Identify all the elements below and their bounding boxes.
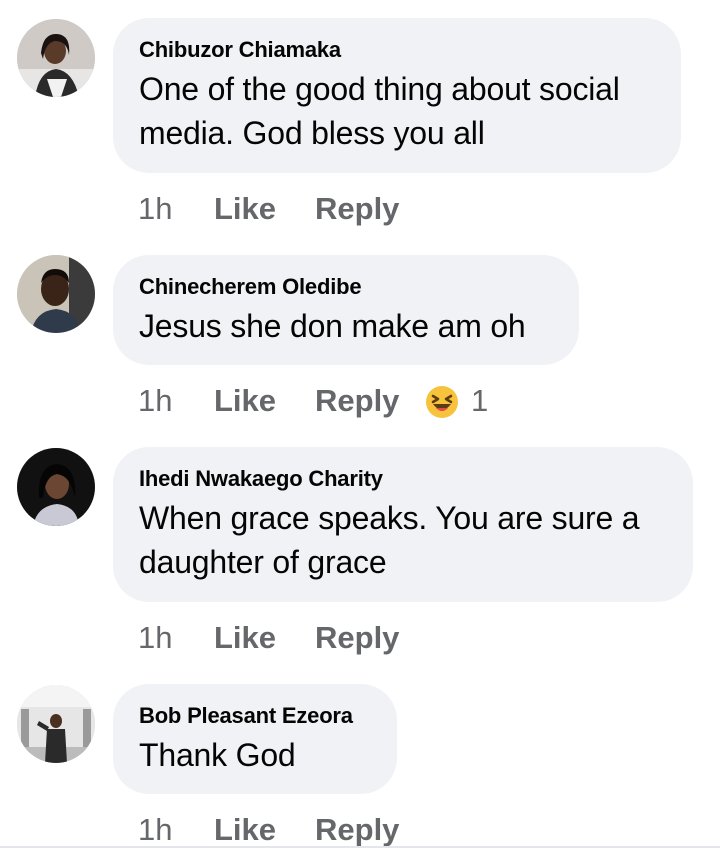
- reaction-count[interactable]: 1: [471, 381, 488, 421]
- like-button[interactable]: Like: [214, 381, 276, 421]
- comment-text-line: daughter of grace: [139, 544, 387, 580]
- comment-author[interactable]: Bob Pleasant Ezeora: [139, 703, 369, 729]
- reply-button[interactable]: Reply: [315, 810, 399, 850]
- comment-bubble: Bob Pleasant Ezeora Thank God: [113, 684, 397, 794]
- comment-author[interactable]: Ihedi Nwakaego Charity: [139, 466, 665, 492]
- comment-text: One of the good thing about social media…: [139, 67, 653, 155]
- like-button[interactable]: Like: [214, 189, 276, 229]
- comment-time[interactable]: 1h: [138, 189, 172, 229]
- avatar[interactable]: [17, 448, 95, 526]
- like-button[interactable]: Like: [214, 618, 276, 658]
- like-button[interactable]: Like: [214, 810, 276, 850]
- comment-author[interactable]: Chibuzor Chiamaka: [139, 37, 653, 63]
- comment-time[interactable]: 1h: [138, 381, 172, 421]
- comment-author[interactable]: Chinecherem Oledibe: [139, 274, 551, 300]
- reply-button[interactable]: Reply: [315, 618, 399, 658]
- comment-text-line: One of the good thing about social: [139, 71, 620, 107]
- comment-text-line: When grace speaks. You are sure a: [139, 500, 640, 536]
- comment-time[interactable]: 1h: [138, 618, 172, 658]
- comment-text-line: media. God bless you all: [139, 115, 485, 151]
- laughing-emoji-icon[interactable]: [424, 384, 460, 420]
- comment-bubble: Chibuzor Chiamaka One of the good thing …: [113, 18, 681, 173]
- reply-button[interactable]: Reply: [315, 189, 399, 229]
- avatar[interactable]: [17, 685, 95, 763]
- comment-text: Thank God: [139, 733, 369, 777]
- comment-text-line: Thank God: [139, 737, 296, 773]
- comment-bubble: Ihedi Nwakaego Charity When grace speaks…: [113, 447, 693, 602]
- comment-bubble: Chinecherem Oledibe Jesus she don make a…: [113, 255, 579, 365]
- comment-text: When grace speaks. You are sure a daught…: [139, 496, 665, 584]
- comment-text: Jesus she don make am oh: [139, 304, 551, 348]
- reply-button[interactable]: Reply: [315, 381, 399, 421]
- avatar[interactable]: [17, 255, 95, 333]
- avatar[interactable]: [17, 19, 95, 97]
- comment-text-line: Jesus she don make am oh: [139, 308, 526, 344]
- comment-time[interactable]: 1h: [138, 810, 172, 850]
